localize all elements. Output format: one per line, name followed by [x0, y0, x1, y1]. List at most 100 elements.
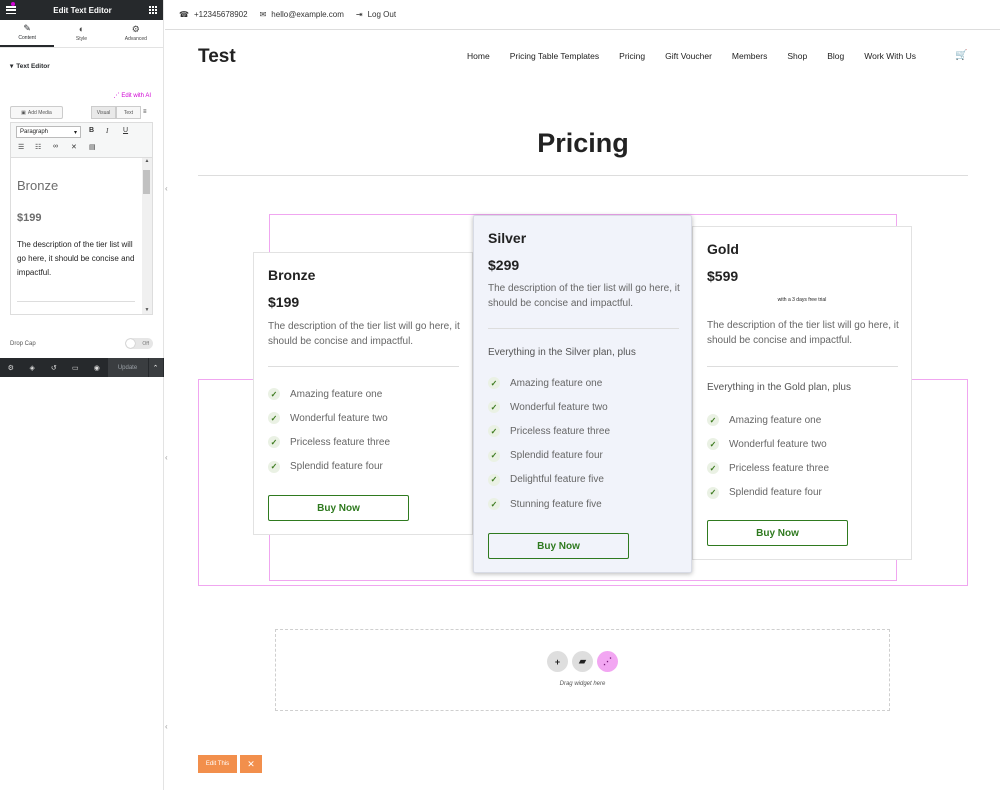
scrollbar-thumb[interactable]	[143, 170, 150, 194]
check-icon: ✓	[488, 473, 500, 486]
select-caret-icon: ▾	[73, 129, 77, 136]
nav-shop[interactable]: Shop	[787, 51, 807, 61]
editor-mode-tabs: Visual Text	[91, 106, 141, 119]
collapse-panel-icon[interactable]: ‹	[165, 184, 173, 193]
list-item: ✓ Delightful feature five	[488, 468, 610, 492]
pencil-icon: ✎	[23, 23, 31, 33]
tab-visual[interactable]: Visual	[91, 106, 116, 119]
tab-content-label: Content	[18, 35, 36, 41]
drop-cap-state: Off	[142, 340, 149, 347]
drop-zone-text: Drag widget here	[559, 681, 606, 687]
feature-list: ✓ Amazing feature one ✓ Wonderful feature …	[268, 382, 390, 479]
collapse-arrow-icon[interactable]: ‹	[165, 722, 173, 731]
email-link[interactable]: ✉ hello@example.com	[260, 10, 344, 19]
widgets-grid-icon[interactable]	[149, 6, 157, 14]
logout-text: Log Out	[367, 10, 397, 19]
check-icon: ✓	[268, 388, 280, 401]
tab-advanced[interactable]: ⚙ Advanced	[109, 20, 163, 47]
settings-icon[interactable]: ⚙	[0, 364, 22, 372]
logout-link[interactable]: ⇥ Log Out	[356, 10, 396, 19]
panel-header: Edit Text Editor	[0, 0, 163, 20]
edit-this-button[interactable]: Edit This	[198, 755, 237, 773]
list-item: ✓ Amazing feature one	[268, 382, 390, 406]
add-section-icon[interactable]: +	[547, 651, 568, 672]
bold-icon[interactable]: B	[89, 127, 94, 134]
check-icon: ✓	[707, 414, 719, 427]
more-icon[interactable]: ≡	[143, 109, 147, 115]
nav-work-with-us[interactable]: Work With Us	[864, 51, 916, 61]
layers-icon[interactable]: ◈	[22, 364, 44, 372]
fullscreen-icon[interactable]: ✕	[71, 143, 77, 151]
section-title: Text Editor	[16, 62, 50, 70]
editor-divider	[17, 301, 135, 302]
plan-description: The description of the tier list will go…	[488, 283, 680, 309]
update-button[interactable]: Update	[107, 358, 148, 377]
check-icon: ✓	[488, 377, 500, 390]
envelope-icon: ✉	[259, 10, 267, 19]
list-item: ✓ Stunning feature five	[488, 492, 610, 516]
scroll-up-icon[interactable]: ▲	[142, 158, 152, 164]
card-divider	[488, 328, 679, 329]
nav-gift-voucher[interactable]: Gift Voucher	[665, 51, 712, 61]
phone-link[interactable]: ☎ +12345678902	[179, 10, 248, 19]
feature-text: Wonderful feature two	[510, 401, 608, 413]
feature-text: Wonderful feature two	[290, 412, 388, 424]
collapse-arrow-icon[interactable]: ‹	[165, 453, 173, 462]
widget-drop-zone[interactable]: + ▰ ⋰ Drag widget here	[275, 629, 890, 711]
section-text-editor[interactable]: ▾ Text Editor	[0, 62, 163, 71]
tab-style[interactable]: ◐ Style	[54, 20, 108, 47]
italic-icon[interactable]: I	[106, 127, 108, 135]
add-media-button[interactable]: ▣ Add Media	[10, 106, 63, 119]
list-item: ✓ Splendid feature four	[268, 455, 390, 479]
caret-down-icon: ▾	[10, 63, 14, 70]
chevron-up-icon[interactable]: ⌃	[148, 358, 163, 377]
nav-blog[interactable]: Blog	[827, 51, 844, 61]
edit-with-ai-link[interactable]: ⋰ Edit with AI	[114, 92, 151, 99]
folder-icon[interactable]: ▰	[572, 651, 593, 672]
scroll-down-icon[interactable]: ▼	[142, 307, 152, 313]
gear-icon: ⚙	[131, 24, 140, 34]
logout-icon: ⇥	[355, 10, 363, 19]
close-icon[interactable]: ✕	[240, 755, 262, 773]
editor-scrollbar[interactable]: ▲ ▼	[142, 158, 152, 314]
underline-icon[interactable]: U	[123, 127, 128, 134]
buy-now-button[interactable]: Buy Now	[488, 533, 629, 559]
responsive-icon[interactable]: ▭	[65, 364, 87, 372]
check-icon: ✓	[707, 438, 719, 451]
plan-name: Gold	[707, 241, 739, 257]
cart-icon[interactable]: 🛒	[955, 50, 967, 61]
nav-pricing[interactable]: Pricing	[619, 51, 645, 61]
check-icon: ✓	[488, 449, 500, 462]
panel-title: Edit Text Editor	[53, 5, 112, 15]
editor-content-area[interactable]: Bronze $199 The description of the tier …	[10, 158, 153, 315]
numbered-list-icon[interactable]: ☷	[35, 143, 41, 151]
bullet-list-icon[interactable]: ☰	[18, 143, 24, 151]
nav-pricing-table-templates[interactable]: Pricing Table Templates	[510, 51, 599, 61]
toolbar-toggle-icon[interactable]: ▤	[89, 143, 96, 151]
paragraph-select[interactable]: Paragraph ▾	[16, 126, 81, 138]
nav-home[interactable]: Home	[467, 51, 490, 61]
format-bar: Paragraph ▾ B I U ☰ ☷ ∞ ✕ ▤	[10, 122, 153, 158]
feature-list: ✓ Amazing feature one ✓ Wonderful feature …	[488, 371, 610, 516]
nav-members[interactable]: Members	[732, 51, 767, 61]
menu-icon[interactable]	[6, 6, 16, 14]
feature-text: Priceless feature three	[729, 462, 830, 474]
preview-eye-icon[interactable]: ◉	[86, 364, 108, 372]
pricing-card-gold: Gold $599 with a 3 days free trial The d…	[692, 226, 912, 560]
feature-text: Wonderful feature two	[729, 438, 827, 450]
drop-cap-toggle[interactable]: Off	[125, 338, 153, 349]
notification-dot	[11, 2, 15, 6]
link-icon[interactable]: ∞	[53, 143, 58, 150]
feature-text: Stunning feature five	[510, 498, 602, 510]
history-icon[interactable]: ↺	[43, 364, 65, 372]
site-logo[interactable]: Test	[198, 46, 236, 68]
tab-content[interactable]: ✎ Content	[0, 20, 55, 47]
plan-name: Bronze	[268, 267, 316, 283]
ai-sparkle-icon[interactable]: ⋰	[597, 651, 618, 672]
buy-now-button[interactable]: Buy Now	[268, 495, 409, 521]
buy-now-button[interactable]: Buy Now	[707, 520, 848, 546]
feature-text: Priceless feature three	[290, 436, 391, 448]
tab-text[interactable]: Text	[116, 106, 141, 119]
half-circle-icon: ◐	[78, 24, 85, 34]
editor-price: $199	[17, 212, 42, 224]
